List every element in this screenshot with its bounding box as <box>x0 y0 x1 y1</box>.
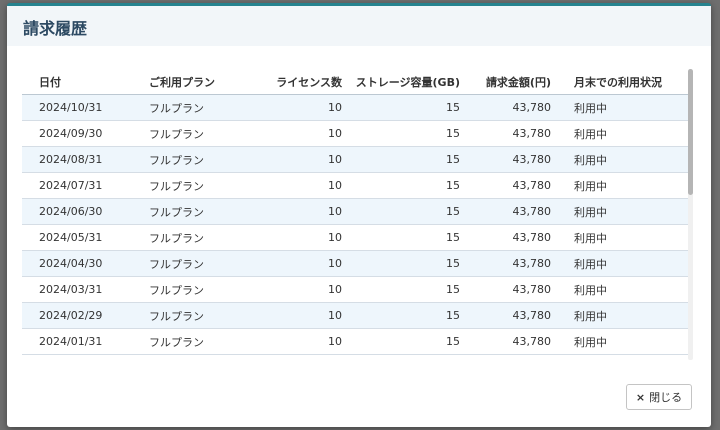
cell-licenses: 10 <box>248 328 348 355</box>
table-scrollbar-thumb[interactable] <box>688 69 693 195</box>
close-button[interactable]: × 閉じる <box>626 384 692 410</box>
cell-amount: 43,780 <box>466 224 557 251</box>
cell-licenses: 10 <box>248 120 348 147</box>
cell-status: 利用中 <box>557 250 688 277</box>
table-header-row: 日付 ご利用プラン ライセンス数 ストレージ容量(GB) 請求金額(円) 月末で… <box>22 69 688 95</box>
close-icon: × <box>635 390 646 404</box>
cell-date: 2024/09/30 <box>22 120 132 147</box>
cell-amount: 43,780 <box>466 146 557 173</box>
cell-status: 利用中 <box>557 328 688 355</box>
cell-storage: 15 <box>348 94 466 121</box>
cell-storage: 15 <box>348 276 466 303</box>
column-header-date: 日付 <box>22 69 132 95</box>
cell-amount: 43,780 <box>466 172 557 199</box>
cell-date: 2024/07/31 <box>22 172 132 199</box>
cell-plan: フルプラン <box>132 250 248 277</box>
cell-storage: 15 <box>348 120 466 147</box>
cell-plan: フルプラン <box>132 276 248 303</box>
cell-storage: 15 <box>348 328 466 355</box>
table-row: 2024/04/30 フルプラン 10 15 43,780 利用中 <box>22 250 688 277</box>
table-row: 2024/07/31 フルプラン 10 15 43,780 利用中 <box>22 172 688 199</box>
table-row: 2024/06/30 フルプラン 10 15 43,780 利用中 <box>22 198 688 225</box>
column-header-plan: ご利用プラン <box>132 69 248 95</box>
cell-status: 利用中 <box>557 224 688 251</box>
cell-plan: フルプラン <box>132 302 248 329</box>
dialog-header: 請求履歴 <box>7 6 711 46</box>
table-row: 2024/02/29 フルプラン 10 15 43,780 利用中 <box>22 302 688 329</box>
cell-date: 2024/02/29 <box>22 302 132 329</box>
cell-storage: 15 <box>348 198 466 225</box>
cell-storage: 15 <box>348 250 466 277</box>
cell-storage: 15 <box>348 224 466 251</box>
billing-table-scroll-area[interactable]: 日付 ご利用プラン ライセンス数 ストレージ容量(GB) 請求金額(円) 月末で… <box>22 69 694 360</box>
cell-date: 2024/10/31 <box>22 94 132 121</box>
table-row: 2024/09/30 フルプラン 10 15 43,780 利用中 <box>22 120 688 147</box>
cell-plan: フルプラン <box>132 328 248 355</box>
close-button-label: 閉じる <box>649 391 683 404</box>
cell-date: 2024/08/31 <box>22 146 132 173</box>
cell-amount: 43,780 <box>466 250 557 277</box>
cell-status: 利用中 <box>557 120 688 147</box>
column-header-status: 月末での利用状況 <box>557 69 688 95</box>
cell-status: 利用中 <box>557 94 688 121</box>
cell-status: 利用中 <box>557 198 688 225</box>
cell-storage: 15 <box>348 302 466 329</box>
cell-amount: 43,780 <box>466 94 557 121</box>
cell-amount: 43,780 <box>466 328 557 355</box>
cell-amount: 43,780 <box>466 276 557 303</box>
cell-plan: フルプラン <box>132 172 248 199</box>
billing-history-dialog: 請求履歴 日付 ご利用プラン ライセンス数 ストレージ容量(GB) 請求金額(円… <box>7 3 711 427</box>
table-row: 2024/10/31 フルプラン 10 15 43,780 利用中 <box>22 94 688 121</box>
cell-storage: 15 <box>348 172 466 199</box>
cell-licenses: 10 <box>248 276 348 303</box>
cell-licenses: 10 <box>248 146 348 173</box>
cell-plan: フルプラン <box>132 146 248 173</box>
cell-plan: フルプラン <box>132 94 248 121</box>
cell-plan: フルプラン <box>132 120 248 147</box>
cell-amount: 43,780 <box>466 120 557 147</box>
cell-status: 利用中 <box>557 146 688 173</box>
cell-licenses: 10 <box>248 224 348 251</box>
cell-amount: 43,780 <box>466 198 557 225</box>
cell-date: 2024/03/31 <box>22 276 132 303</box>
cell-plan: フルプラン <box>132 198 248 225</box>
table-row: 2024/05/31 フルプラン 10 15 43,780 利用中 <box>22 224 688 251</box>
cell-date: 2024/04/30 <box>22 250 132 277</box>
cell-storage: 15 <box>348 146 466 173</box>
table-row: 2024/01/31 フルプラン 10 15 43,780 利用中 <box>22 328 688 355</box>
dialog-title: 請求履歴 <box>23 19 88 38</box>
table-row: 2024/03/31 フルプラン 10 15 43,780 利用中 <box>22 276 688 303</box>
cell-date: 2024/06/30 <box>22 198 132 225</box>
cell-licenses: 10 <box>248 250 348 277</box>
cell-date: 2024/05/31 <box>22 224 132 251</box>
billing-history-table: 日付 ご利用プラン ライセンス数 ストレージ容量(GB) 請求金額(円) 月末で… <box>22 69 688 355</box>
column-header-storage: ストレージ容量(GB) <box>348 69 466 95</box>
cell-licenses: 10 <box>248 94 348 121</box>
cell-amount: 43,780 <box>466 302 557 329</box>
column-header-amount: 請求金額(円) <box>466 69 557 95</box>
cell-plan: フルプラン <box>132 224 248 251</box>
cell-licenses: 10 <box>248 198 348 225</box>
cell-date: 2024/01/31 <box>22 328 132 355</box>
cell-status: 利用中 <box>557 276 688 303</box>
cell-status: 利用中 <box>557 302 688 329</box>
cell-licenses: 10 <box>248 302 348 329</box>
cell-licenses: 10 <box>248 172 348 199</box>
cell-status: 利用中 <box>557 172 688 199</box>
table-row: 2024/08/31 フルプラン 10 15 43,780 利用中 <box>22 146 688 173</box>
column-header-licenses: ライセンス数 <box>248 69 348 95</box>
